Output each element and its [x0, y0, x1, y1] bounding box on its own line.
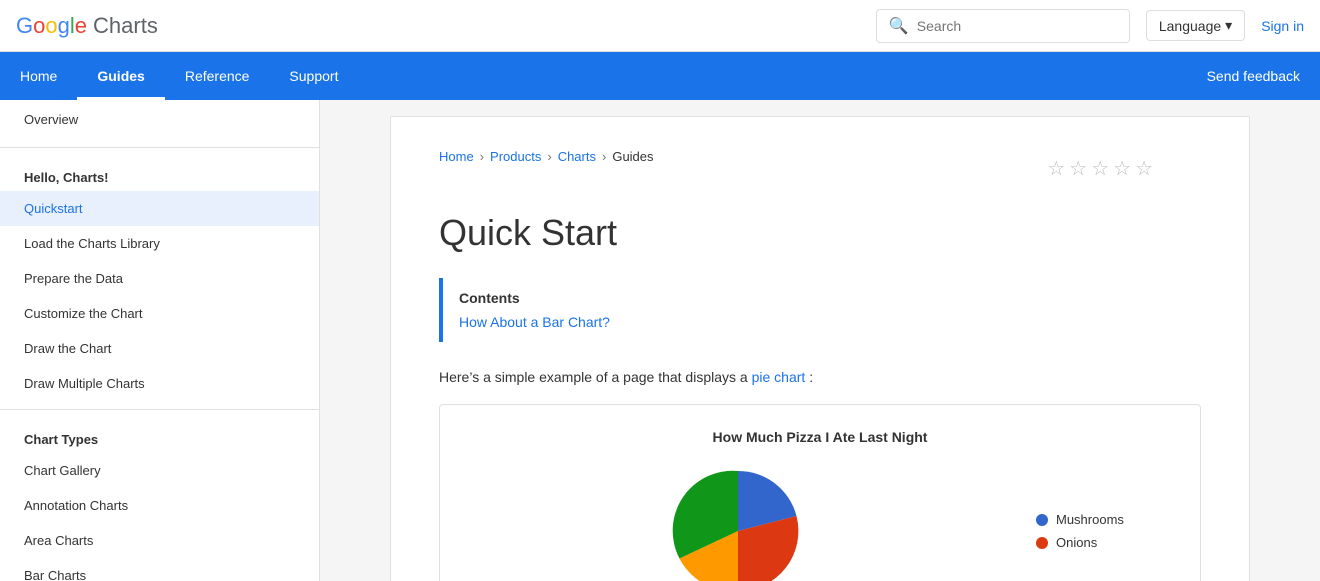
legend-label-mushrooms: Mushrooms: [1056, 512, 1124, 527]
contents-link-bar-chart[interactable]: How About a Bar Chart?: [459, 314, 610, 330]
sidebar-divider-2: [0, 409, 319, 410]
chart-area: Mushrooms Onions: [464, 461, 1176, 581]
sidebar-item-load[interactable]: Load the Charts Library: [0, 226, 319, 261]
legend-dot-onions: [1036, 537, 1048, 549]
top-header: Google Charts 🔍 Language ▾ Sign in: [0, 0, 1320, 52]
nav-reference[interactable]: Reference: [165, 52, 270, 100]
sidebar: Overview Hello, Charts! Quickstart Load …: [0, 100, 320, 581]
breadcrumb: Home › Products › Charts › Guides: [439, 149, 654, 164]
pie-chart-link[interactable]: pie chart: [752, 369, 806, 385]
sidebar-item-prepare[interactable]: Prepare the Data: [0, 261, 319, 296]
content-card: Home › Products › Charts › Guides ☆ ☆ ☆ …: [390, 116, 1250, 581]
language-button[interactable]: Language ▾: [1146, 10, 1245, 41]
logo-charts: Charts: [93, 13, 158, 39]
nav-home[interactable]: Home: [0, 52, 77, 100]
send-feedback-button[interactable]: Send feedback: [1187, 68, 1320, 84]
breadcrumb-current: Guides: [612, 149, 653, 164]
nav-support[interactable]: Support: [269, 52, 358, 100]
breadcrumb-home[interactable]: Home: [439, 149, 474, 164]
legend-area: Mushrooms Onions: [1036, 512, 1176, 550]
sidebar-item-quickstart[interactable]: Quickstart: [0, 191, 319, 226]
header-right: 🔍 Language ▾ Sign in: [876, 9, 1304, 43]
sidebar-item-area[interactable]: Area Charts: [0, 523, 319, 558]
nav-left: Home Guides Reference Support: [0, 52, 358, 100]
breadcrumb-sep-1: ›: [480, 149, 484, 164]
search-input[interactable]: [917, 18, 1117, 34]
description-text: Here’s a simple example of a page that d…: [439, 366, 1201, 388]
content-area: Home › Products › Charts › Guides ☆ ☆ ☆ …: [320, 100, 1320, 581]
description-end: :: [809, 369, 813, 385]
breadcrumb-sep-3: ›: [602, 149, 606, 164]
star-4[interactable]: ☆: [1113, 156, 1131, 181]
chart-title: How Much Pizza I Ate Last Night: [464, 429, 1176, 445]
star-1[interactable]: ☆: [1047, 156, 1065, 181]
sidebar-item-overview[interactable]: Overview: [0, 100, 319, 139]
legend-onions: Onions: [1036, 535, 1176, 550]
sidebar-item-customize[interactable]: Customize the Chart: [0, 296, 319, 331]
breadcrumb-products[interactable]: Products: [490, 149, 541, 164]
breadcrumb-row: Home › Products › Charts › Guides ☆ ☆ ☆ …: [439, 149, 1201, 188]
logo-area: Google Charts: [16, 13, 158, 39]
sidebar-item-gallery[interactable]: Chart Gallery: [0, 453, 319, 488]
legend-label-onions: Onions: [1056, 535, 1097, 550]
contents-label: Contents: [459, 290, 1185, 306]
search-icon: 🔍: [889, 16, 909, 36]
nav-bar: Home Guides Reference Support Send feedb…: [0, 52, 1320, 100]
logo-google: Google: [16, 13, 87, 39]
legend-mushrooms: Mushrooms: [1036, 512, 1176, 527]
contents-box: Contents How About a Bar Chart?: [439, 278, 1201, 342]
chart-demo-box: How Much Pizza I Ate Last Night: [439, 404, 1201, 581]
sidebar-item-annotation[interactable]: Annotation Charts: [0, 488, 319, 523]
sidebar-section-hello: Hello, Charts!: [0, 156, 319, 191]
sidebar-section-chart-types: Chart Types: [0, 418, 319, 453]
language-label: Language: [1159, 18, 1221, 34]
star-3[interactable]: ☆: [1091, 156, 1109, 181]
page-title: Quick Start: [439, 212, 1201, 254]
signin-button[interactable]: Sign in: [1261, 18, 1304, 34]
sidebar-divider: [0, 147, 319, 148]
sidebar-item-draw-multiple[interactable]: Draw Multiple Charts: [0, 366, 319, 401]
sidebar-item-draw[interactable]: Draw the Chart: [0, 331, 319, 366]
star-2[interactable]: ☆: [1069, 156, 1087, 181]
main-layout: Overview Hello, Charts! Quickstart Load …: [0, 100, 1320, 581]
chevron-down-icon: ▾: [1225, 17, 1232, 34]
breadcrumb-sep-2: ›: [547, 149, 551, 164]
nav-guides[interactable]: Guides: [77, 52, 164, 100]
sidebar-item-bar[interactable]: Bar Charts: [0, 558, 319, 581]
search-bar[interactable]: 🔍: [876, 9, 1130, 43]
description-prefix: Here’s a simple example of a page that d…: [439, 369, 748, 385]
legend-dot-mushrooms: [1036, 514, 1048, 526]
breadcrumb-charts[interactable]: Charts: [558, 149, 596, 164]
star-5[interactable]: ☆: [1135, 156, 1153, 181]
rating-area: ☆ ☆ ☆ ☆ ☆: [1047, 156, 1153, 181]
pie-chart: [464, 461, 1012, 581]
